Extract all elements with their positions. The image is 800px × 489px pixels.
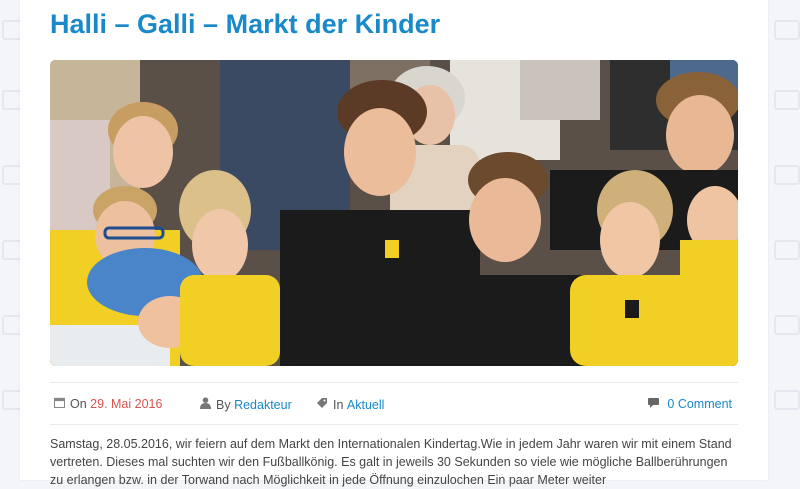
tag-icon xyxy=(316,397,328,412)
post-excerpt: Samstag, 28.05.2016, wir feiern auf dem … xyxy=(50,437,732,487)
date-value[interactable]: 29. Mai 2016 xyxy=(90,397,162,411)
post-comments: 0 Comment xyxy=(648,397,732,411)
post-date: On 29. Mai 2016 xyxy=(53,397,162,411)
post-author: By Redakteur xyxy=(200,397,292,412)
author-prefix: By xyxy=(216,397,231,412)
comments-link[interactable]: 0 Comment xyxy=(667,397,732,411)
post-title[interactable]: Halli – Galli – Markt der Kinder xyxy=(50,9,440,40)
user-icon xyxy=(200,397,211,412)
category-prefix: In xyxy=(333,397,344,412)
comment-icon xyxy=(648,397,660,411)
calendar-icon xyxy=(53,397,66,411)
post-card: Halli – Galli – Markt der Kinder On 29. … xyxy=(20,0,768,487)
children-photo xyxy=(50,60,738,366)
post-category: In Aktuell xyxy=(316,397,384,412)
post-featured-image[interactable] xyxy=(50,60,738,366)
author-link[interactable]: Redakteur xyxy=(234,398,292,412)
date-prefix: On xyxy=(70,397,87,411)
category-link[interactable]: Aktuell xyxy=(347,398,385,412)
post-meta-bar: On 29. Mai 2016 By Redakteur In Aktuell … xyxy=(50,382,738,425)
